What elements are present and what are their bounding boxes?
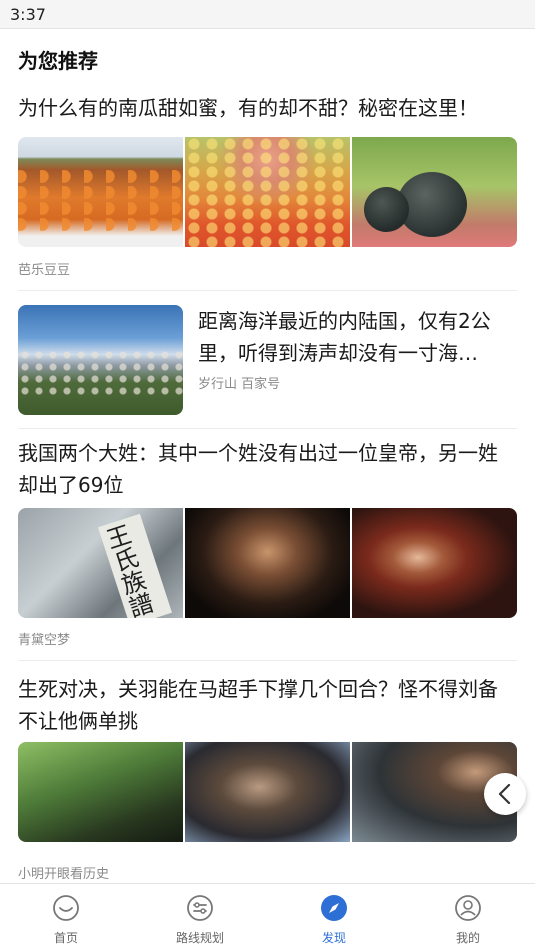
palace-scene-image <box>352 508 517 618</box>
article-card[interactable]: 我国两个大姓：其中一个姓没有出过一位皇帝，另一姓却出了69位 青黛空梦 <box>18 437 517 652</box>
tab-label: 发现 <box>321 931 346 945</box>
warrior-face-image <box>185 742 350 842</box>
tab-label: 我的 <box>455 931 480 945</box>
divider <box>18 428 517 429</box>
divider <box>18 660 517 661</box>
bottom-tab-bar: 首页 路线规划 发现 我的 <box>0 883 535 951</box>
dark-pumpkin-image <box>352 137 517 247</box>
tab-home[interactable]: 首页 <box>21 884 111 951</box>
status-time: 3:37 <box>10 5 46 24</box>
tab-route[interactable]: 路线规划 <box>155 884 245 951</box>
article-image-row[interactable] <box>18 508 517 618</box>
article-card[interactable]: 为什么有的南瓜甜如蜜，有的却不甜？秘密在这里！ 芭乐豆豆 <box>18 92 517 282</box>
profile-icon <box>455 895 481 921</box>
floating-back-button[interactable] <box>484 773 526 815</box>
article-source: 青黛空梦 <box>18 633 71 648</box>
article-title[interactable]: 为什么有的南瓜甜如蜜，有的却不甜？秘密在这里！ <box>18 92 517 124</box>
article-source: 岁行山 百家号 <box>198 377 281 392</box>
chevron-left-icon <box>498 783 511 805</box>
emperor-portrait-image <box>185 508 350 618</box>
mountain-village-image <box>18 305 183 415</box>
tab-label: 路线规划 <box>175 931 224 945</box>
divider <box>18 290 517 291</box>
article-source: 小明开眼看历史 <box>18 867 110 882</box>
tab-label: 首页 <box>53 931 78 945</box>
status-bar: 3:37 <box>0 0 535 29</box>
route-icon <box>187 895 213 921</box>
article-image-row[interactable] <box>18 742 517 842</box>
article-card[interactable]: 距离海洋最近的内陆国，仅有2公里，听得到涛声却没有一寸海… 岁行山 百家号 <box>18 305 517 415</box>
article-card[interactable]: 生死对决，关羽能在马超手下撑几个回合？怪不得刘备不让他俩单挑 小明开眼看历史 <box>18 673 517 883</box>
article-source: 芭乐豆豆 <box>18 263 71 278</box>
article-title[interactable]: 距离海洋最近的内陆国，仅有2公里，听得到涛声却没有一寸海… <box>198 305 517 369</box>
article-title[interactable]: 生死对决，关羽能在马超手下撑几个回合？怪不得刘备不让他俩单挑 <box>18 673 517 737</box>
tab-discover[interactable]: 发现 <box>289 884 379 951</box>
genealogy-book-image <box>18 508 183 618</box>
section-title: 为您推荐 <box>18 49 98 73</box>
pumpkin-pile-image <box>185 137 350 247</box>
article-image-row[interactable] <box>18 137 517 247</box>
compass-icon <box>321 895 347 921</box>
tab-profile[interactable]: 我的 <box>423 884 513 951</box>
pumpkin-field-image <box>18 137 183 247</box>
article-title[interactable]: 我国两个大姓：其中一个姓没有出过一位皇帝，另一姓却出了69位 <box>18 437 517 501</box>
general-armor-image <box>18 742 183 842</box>
home-icon <box>53 895 79 921</box>
